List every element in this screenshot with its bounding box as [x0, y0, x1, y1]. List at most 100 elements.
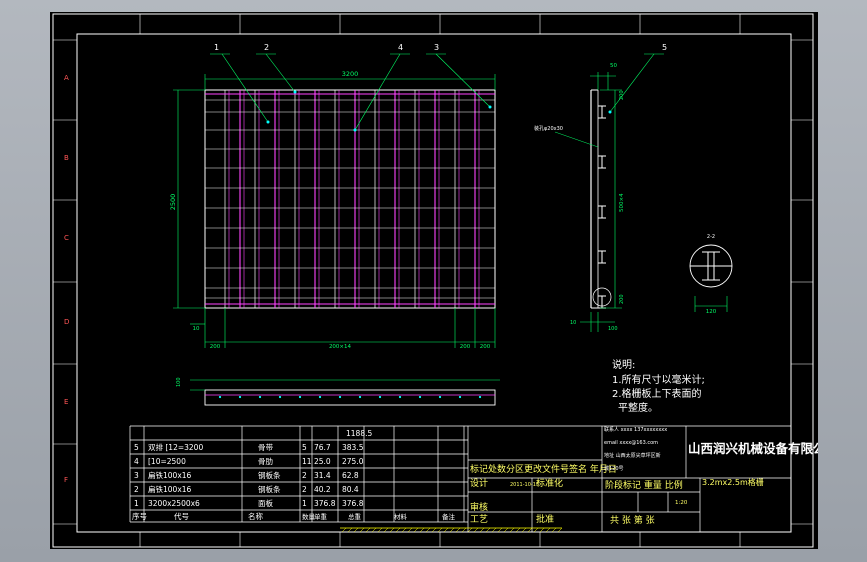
bom-item-total-weight: 376.8	[342, 499, 364, 508]
elevation-stud	[358, 395, 362, 399]
hatch-line	[461, 527, 467, 533]
dim-bottom-right-a: 200	[460, 344, 471, 350]
hatch-line	[551, 527, 557, 533]
leader-label-5: 5	[662, 43, 667, 52]
dim-side-mid-a: 200	[619, 90, 625, 100]
hatch-line	[389, 527, 395, 533]
hatch-line	[341, 527, 347, 533]
side-channel-beams	[590, 105, 612, 309]
notes-block: 说明: 1.所有尺寸以毫米计; 2.格栅板上下表面的 平整度。	[612, 358, 705, 414]
scale-value: 1:20	[675, 500, 688, 506]
elevation-stud	[438, 395, 442, 399]
front-elevation-view: 100	[176, 377, 500, 406]
hatch-line	[407, 527, 413, 533]
bom-item-code: 3200x2500x6	[148, 499, 200, 508]
hatch-line	[491, 527, 497, 533]
bom-item-code: 扁铁100x16	[148, 470, 192, 480]
elevation-stud	[398, 395, 402, 399]
detail-ibeam	[690, 251, 732, 281]
zone-letters: A B C D E F	[64, 74, 69, 484]
dim-bottom-pitch: 200×14	[329, 344, 352, 350]
cad-viewport: A B C D E F 3200 2500 200 200×14 200 200…	[0, 0, 867, 562]
grating-plan-view: 3200 2500 200 200×14 200 200 10 1 2 4 3 …	[169, 43, 667, 350]
bom-total-weight: 1188.5	[346, 429, 372, 438]
hatch-line	[533, 527, 539, 533]
dim-side-bottom-b: 100	[608, 326, 618, 332]
zone-letter-f: F	[64, 476, 68, 484]
zone-letter-a: A	[64, 74, 69, 82]
hatch-line	[455, 527, 461, 533]
hatch-line	[545, 527, 551, 533]
hatch-line	[365, 527, 371, 533]
dim-side-bottom-a: 10	[570, 320, 576, 326]
elevation-stud	[458, 395, 462, 399]
dim-side-top: 50	[610, 63, 617, 69]
hatch-line	[521, 527, 527, 533]
leader-label-3: 3	[434, 43, 439, 52]
check-label: 审核	[470, 501, 488, 513]
hatch-line	[359, 527, 365, 533]
hatch-line	[353, 527, 359, 533]
dim-detail-width: 120	[706, 309, 717, 315]
standard-label: 标准化	[536, 477, 563, 489]
hatch-line	[503, 527, 509, 533]
detail-view-2-2: 2-2 120	[689, 234, 733, 315]
bill-of-materials: 1188.5 5 双排 [12=3200 骨带 5 76.7 383.5 4 [10=2500 骨…	[129, 425, 469, 532]
hatch-line	[383, 527, 389, 533]
bom-item-no: 1	[134, 499, 139, 508]
bom-header-total: 总重	[348, 512, 362, 521]
bom-item-total-weight: 275.0	[342, 457, 364, 466]
bom-cells: 1188.5 5 双排 [12=3200 骨带 5 76.7 383.5 4 [10=2500 骨…	[132, 429, 456, 521]
bom-item-no: 5	[134, 443, 139, 452]
leader-label-2: 2	[264, 43, 269, 52]
hatch-line	[473, 527, 479, 533]
drawing-canvas: A B C D E F 3200 2500 200 200×14 200 200…	[52, 13, 838, 548]
dim-bottom-left-gap: 200	[210, 344, 221, 350]
hatch-line	[449, 527, 455, 533]
hatch-line	[401, 527, 407, 533]
notes-line-2: 2.格栅板上下表面的	[612, 387, 702, 400]
hatch-line	[467, 527, 473, 533]
bom-item-name: 钢板条	[258, 484, 281, 494]
bom-item-total-weight: 383.5	[342, 443, 364, 452]
elevation-stud	[318, 395, 322, 399]
approve-label: 批准	[536, 513, 554, 525]
drain-hole-note: 装孔φ20x30	[534, 125, 563, 132]
bom-item-unit-weight: 40.2	[314, 485, 331, 494]
bom-item-qty: 5	[302, 443, 307, 452]
detail-section-label: 2-2	[707, 234, 715, 240]
sheet-count: 共 张 第 张	[610, 514, 655, 526]
elevation-stud	[418, 395, 422, 399]
elevation-stud	[278, 395, 282, 399]
hatch-line	[437, 527, 443, 533]
contact-line-2: email xxxx@163.com	[604, 440, 658, 446]
bom-item-qty: 1	[302, 499, 307, 508]
zone-letter-d: D	[64, 318, 69, 326]
hatch-line	[527, 527, 533, 533]
contact-line-4: 城120号	[604, 465, 624, 472]
bom-header-code: 代号	[174, 511, 189, 521]
zone-letter-c: C	[64, 234, 69, 242]
leader-lines	[210, 53, 664, 131]
hatch-line	[485, 527, 491, 533]
bom-item-qty: 2	[302, 471, 307, 480]
contact-line-3: 地址 山西太原尖草坪区新	[604, 452, 661, 459]
zone-letter-b: B	[64, 154, 69, 162]
bom-item-name: 面板	[258, 498, 273, 508]
leader-label-1: 1	[214, 43, 219, 52]
dim-width-3200: 3200	[342, 70, 359, 78]
side-section-view: 50 200 500×4 200 10 100 装孔φ20x30	[534, 63, 625, 332]
grating-bars	[205, 90, 495, 308]
elevation-stud	[258, 395, 262, 399]
notes-line-3: 平整度。	[618, 401, 658, 414]
elevation-stud	[298, 395, 302, 399]
hatch-line	[557, 527, 563, 533]
hatch-line	[419, 527, 425, 533]
plan-dimension-lines	[173, 74, 496, 348]
hatch-line	[395, 527, 401, 533]
company-name: 山西润兴机械设备有限公司	[688, 441, 818, 456]
bom-item-qty: 2	[302, 485, 307, 494]
stage-row: 阶段标记 重量 比例	[605, 479, 683, 491]
bom-item-unit-weight: 76.7	[314, 443, 331, 452]
bom-item-total-weight: 62.8	[342, 471, 359, 480]
